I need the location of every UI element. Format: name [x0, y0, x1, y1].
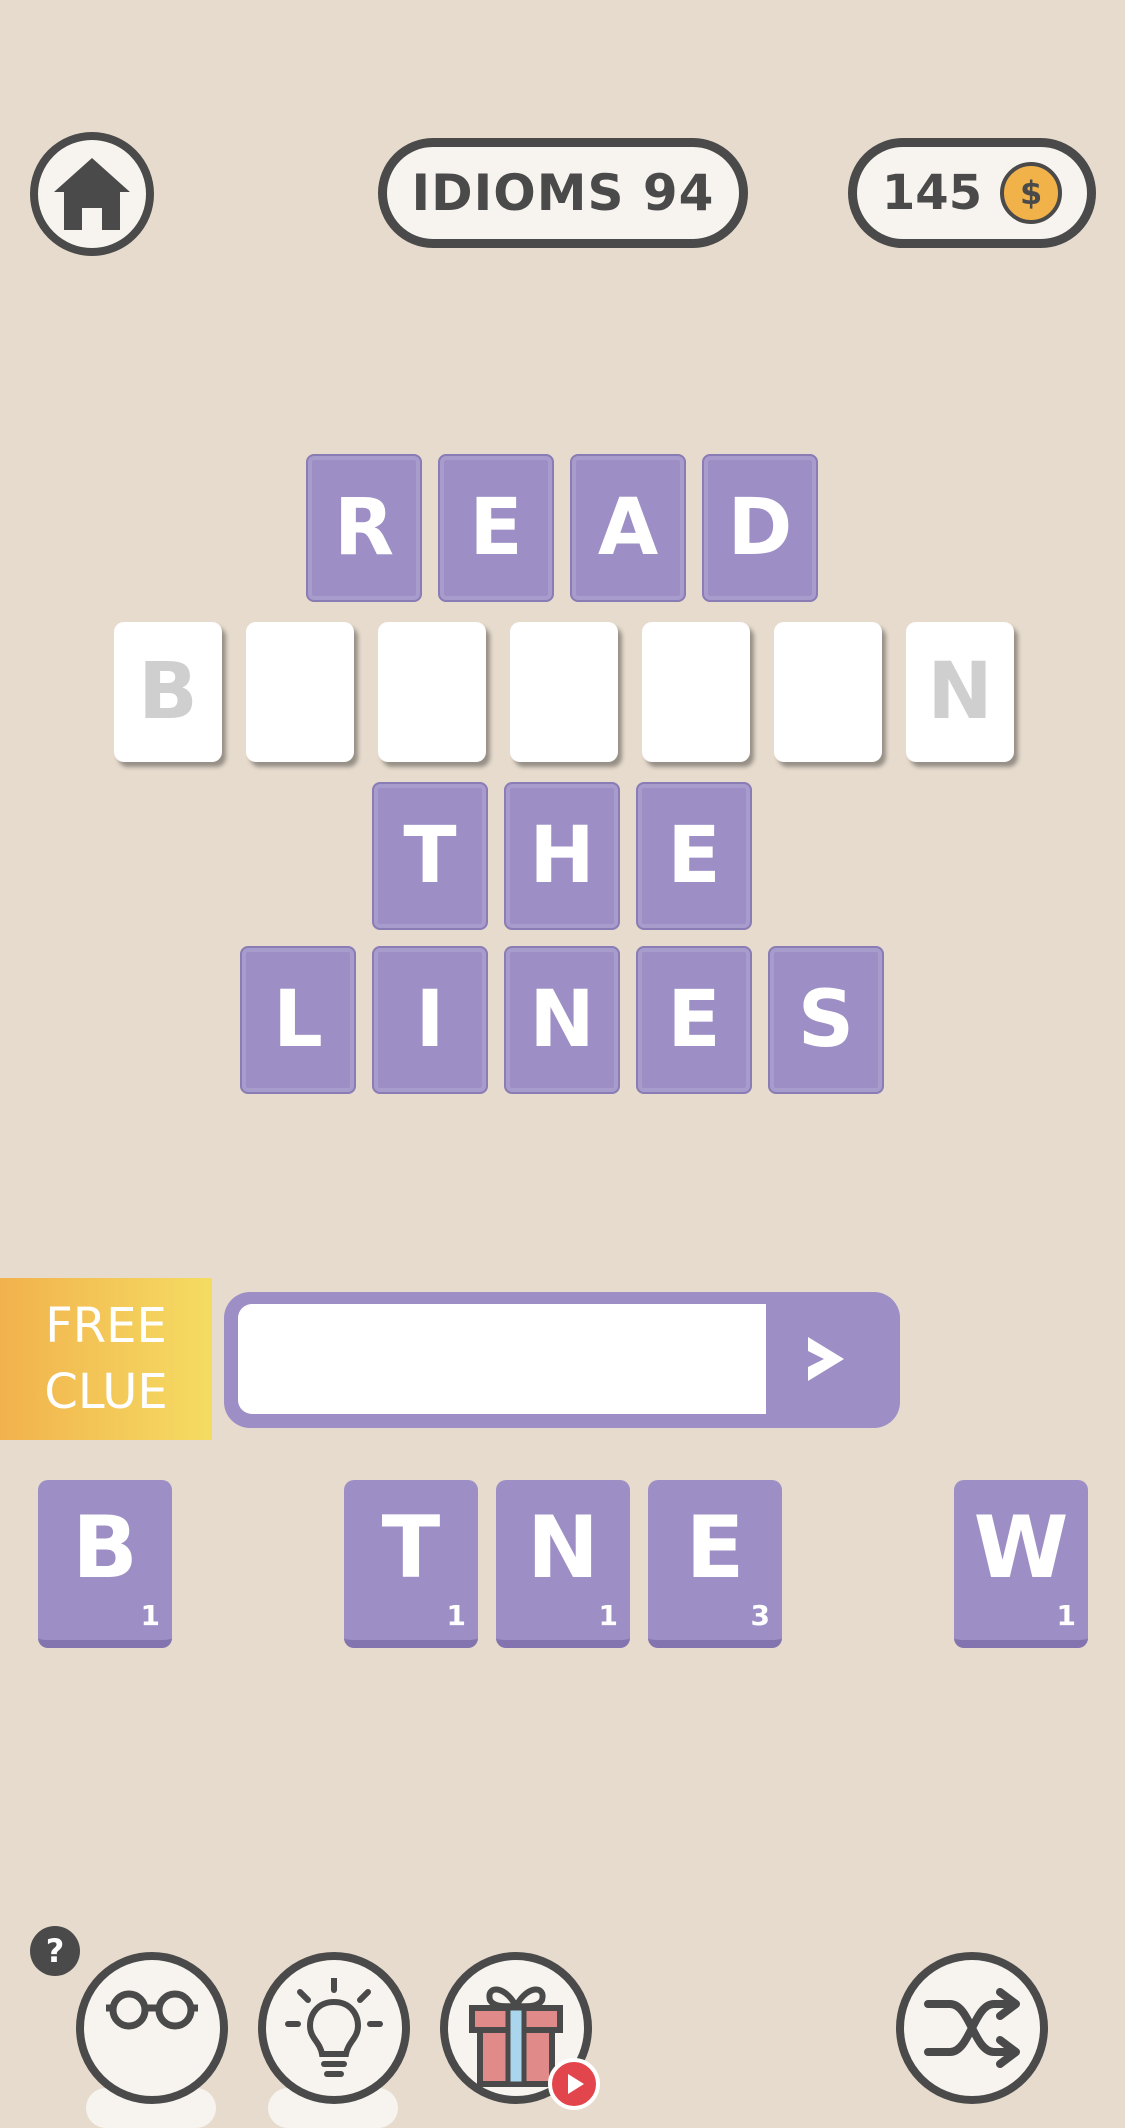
- free-clue-line1: FREE: [45, 1298, 167, 1354]
- solved-letter-tile: H: [504, 782, 620, 930]
- answer-slot[interactable]: B: [114, 622, 222, 762]
- solved-letter-tile: E: [636, 782, 752, 930]
- bank-letter-tile[interactable]: E 3: [648, 1480, 782, 1648]
- answer-slot[interactable]: [774, 622, 882, 762]
- hint-button[interactable]: [258, 1952, 410, 2104]
- bank-letter-count: 3: [750, 1599, 770, 1632]
- level-title: IDIOMS 94: [378, 138, 748, 248]
- solved-letter-tile: E: [438, 454, 554, 602]
- help-label: ?: [45, 1932, 65, 1970]
- bank-letter-count: 1: [140, 1599, 160, 1632]
- answer-slot[interactable]: [378, 622, 486, 762]
- coin-count: 145: [881, 165, 983, 221]
- glasses-icon: [106, 1990, 198, 2030]
- bank-letter-tile[interactable]: T 1: [344, 1480, 478, 1648]
- bank-letter-count: 1: [598, 1599, 618, 1632]
- bank-letter: E: [685, 1498, 745, 1598]
- bank-letter-tile[interactable]: W 1: [954, 1480, 1088, 1648]
- solved-letter-tile: D: [702, 454, 818, 602]
- bank-letter-tile[interactable]: N 1: [496, 1480, 630, 1648]
- shuffle-button[interactable]: [896, 1952, 1048, 2104]
- bank-letter: N: [527, 1498, 599, 1598]
- answer-slot[interactable]: [510, 622, 618, 762]
- bank-letter: T: [381, 1498, 441, 1598]
- coin-counter[interactable]: 145 $: [848, 138, 1096, 248]
- coin-icon: $: [1000, 162, 1063, 224]
- bank-letter: B: [72, 1498, 138, 1598]
- video-play-icon: [548, 2058, 600, 2110]
- free-clue-line2: CLUE: [44, 1364, 168, 1420]
- free-clue-button[interactable]: FREE CLUE: [0, 1278, 212, 1440]
- solved-letter-tile: R: [306, 454, 422, 602]
- reveal-letter-button[interactable]: [76, 1952, 228, 2104]
- solved-letter-tile: L: [240, 946, 356, 1094]
- solved-letter-tile: I: [372, 946, 488, 1094]
- solved-letter-tile: A: [570, 454, 686, 602]
- home-button[interactable]: [30, 132, 154, 256]
- bank-letter-tile[interactable]: B 1: [38, 1480, 172, 1648]
- answer-input[interactable]: [238, 1304, 766, 1414]
- home-icon: [54, 158, 130, 230]
- chevron-right-icon: [808, 1337, 844, 1381]
- lightbulb-icon: [285, 1978, 383, 2077]
- answer-slot[interactable]: [642, 622, 750, 762]
- bank-letter-count: 1: [1056, 1599, 1076, 1632]
- answer-slot[interactable]: N: [906, 622, 1014, 762]
- solved-letter-tile: N: [504, 946, 620, 1094]
- solved-letter-tile: E: [636, 946, 752, 1094]
- submit-button[interactable]: [766, 1304, 886, 1414]
- help-button[interactable]: ?: [30, 1926, 80, 1976]
- bank-letter-count: 1: [446, 1599, 466, 1632]
- bank-letter: W: [973, 1498, 1069, 1598]
- answer-slot[interactable]: [246, 622, 354, 762]
- level-title-text: IDIOMS 94: [411, 164, 715, 222]
- solved-letter-tile: S: [768, 946, 884, 1094]
- shuffle-icon: [924, 1988, 1020, 2068]
- solved-letter-tile: T: [372, 782, 488, 930]
